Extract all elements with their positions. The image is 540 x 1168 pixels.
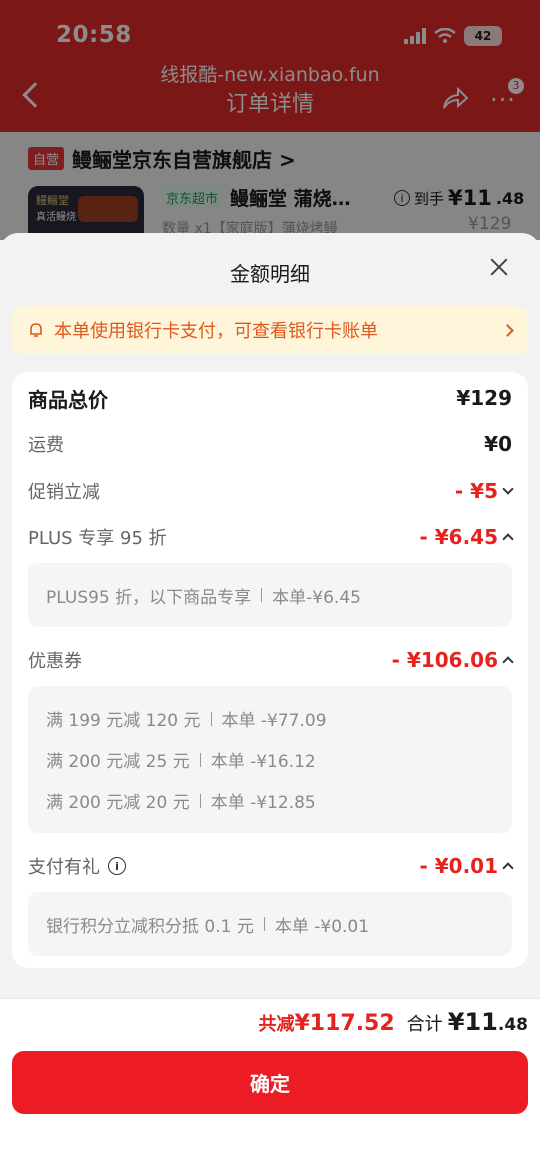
coupon-detail-box: 满 199 元减 120 元本单 -¥77.09 满 200 元减 25 元本单… — [28, 686, 512, 833]
detail-amount: 本单 -¥16.12 — [210, 752, 316, 772]
bell-icon — [30, 323, 42, 337]
sheet-title: 金额明细 — [230, 262, 310, 286]
detail-amount: 本单 -¥0.01 — [274, 916, 370, 937]
detail-amount: 本单-¥6.45 — [272, 587, 361, 608]
summary-row: 共减¥117.52 合计 ¥11.48 — [258, 1008, 528, 1036]
detail-line: 满 200 元减 25 元本单 -¥16.12 — [46, 739, 494, 780]
total-price-value: ¥129 — [456, 386, 512, 410]
detail-desc: 银行积分立减积分抵 0.1 元 — [46, 916, 254, 937]
coupon-value-group: - ¥106.06 — [391, 648, 514, 672]
detail-desc: 满 200 元减 25 元 — [46, 752, 190, 772]
info-icon[interactable]: i — [108, 857, 126, 875]
chevron-up-icon[interactable] — [502, 533, 514, 545]
payment-gift-label-group: 支付有礼 i — [28, 853, 126, 879]
chevron-right-icon — [501, 323, 514, 337]
plus-value-group: - ¥6.45 — [419, 525, 514, 549]
coupon-label: 优惠券 — [28, 651, 82, 672]
row-shipping: 运费 ¥0 — [28, 430, 512, 458]
promotion-label: 促销立减 — [28, 482, 100, 503]
promotion-value-group: - ¥5 — [454, 479, 514, 503]
savings-label: 共减 — [258, 1014, 295, 1035]
row-payment-gift[interactable]: 支付有礼 i - ¥0.01 — [28, 852, 514, 880]
savings-group: 共减¥117.52 — [258, 1010, 394, 1036]
detail-amount: 本单 -¥77.09 — [221, 711, 327, 731]
row-promotion[interactable]: 促销立减 - ¥5 — [28, 477, 514, 505]
promotion-value: - ¥5 — [454, 479, 498, 503]
detail-line: 银行积分立减积分抵 0.1 元本单 -¥0.01 — [46, 904, 369, 945]
shipping-label: 运费 — [28, 435, 64, 456]
close-icon[interactable] — [488, 256, 510, 278]
chevron-up-icon[interactable] — [502, 862, 514, 874]
detail-desc: PLUS95 折，以下商品专享 — [46, 587, 252, 608]
sum-group: 合计 ¥11.48 — [407, 1008, 528, 1036]
plus-discount-label: PLUS 专享 95 折 — [28, 528, 167, 549]
plus-discount-value: - ¥6.45 — [419, 525, 498, 549]
total-price-label: 商品总价 — [28, 387, 108, 412]
confirm-button[interactable]: 确定 — [12, 1051, 528, 1114]
bank-card-notice[interactable]: 本单使用银行卡支付，可查看银行卡账单 — [12, 306, 528, 354]
row-plus-discount[interactable]: PLUS 专享 95 折 - ¥6.45 — [28, 523, 514, 551]
sum-label: 合计 — [406, 1014, 443, 1035]
plus-detail-box: PLUS95 折，以下商品专享 本单-¥6.45 — [28, 563, 512, 627]
modal-backdrop[interactable] — [0, 0, 540, 240]
shipping-value: ¥0 — [484, 432, 512, 456]
sum-integer: ¥11 — [447, 1008, 498, 1036]
detail-amount: 本单 -¥12.85 — [210, 793, 316, 813]
gift-value-group: - ¥0.01 — [419, 854, 514, 878]
sum-decimal: .48 — [497, 1015, 528, 1035]
detail-line: PLUS95 折，以下商品专享 本单-¥6.45 — [46, 575, 361, 616]
notice-text: 本单使用银行卡支付，可查看银行卡账单 — [54, 321, 378, 342]
payment-gift-value: - ¥0.01 — [419, 854, 498, 878]
detail-desc: 满 199 元减 120 元 — [46, 711, 201, 731]
coupon-value: - ¥106.06 — [391, 648, 498, 672]
row-coupon[interactable]: 优惠券 - ¥106.06 — [28, 646, 514, 674]
row-total-price: 商品总价 ¥129 — [28, 384, 512, 412]
savings-value: ¥117.52 — [294, 1011, 395, 1036]
gift-detail-box: 银行积分立减积分抵 0.1 元本单 -¥0.01 — [28, 892, 512, 956]
amount-card: 商品总价 ¥129 运费 ¥0 促销立减 - ¥5 PLUS 专享 95 折 -… — [12, 372, 528, 968]
detail-line: 满 199 元减 120 元本单 -¥77.09 — [46, 698, 494, 739]
detail-line: 满 200 元减 20 元本单 -¥12.85 — [46, 780, 494, 821]
chevron-down-icon[interactable] — [502, 483, 514, 495]
chevron-up-icon[interactable] — [502, 656, 514, 668]
payment-gift-label: 支付有礼 — [28, 857, 100, 878]
detail-desc: 满 200 元减 20 元 — [46, 793, 190, 813]
